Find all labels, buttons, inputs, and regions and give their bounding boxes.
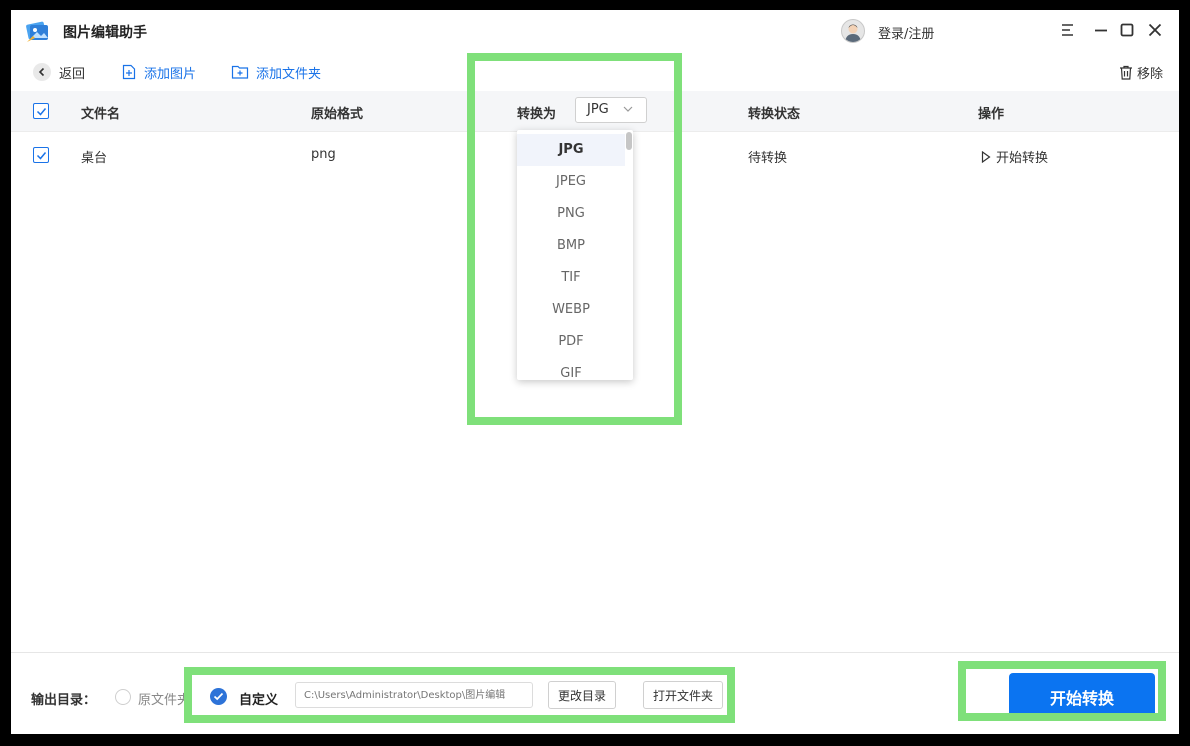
- radio-custom[interactable]: [210, 688, 227, 705]
- play-icon: [981, 150, 991, 163]
- remove-button[interactable]: 移除: [1119, 62, 1163, 82]
- add-image-icon: [122, 64, 136, 80]
- maximize-icon[interactable]: [1118, 21, 1136, 39]
- radio-original-folder-label: 原文件夹: [138, 693, 191, 708]
- format-select-value: JPG: [587, 102, 609, 117]
- format-option-png[interactable]: PNG: [517, 198, 625, 230]
- checkmark-icon: [36, 107, 46, 116]
- menu-icon[interactable]: [1059, 21, 1077, 39]
- login-register-link[interactable]: 登录/注册: [878, 23, 934, 42]
- row-status: 待转换: [748, 151, 788, 166]
- back-label: 返回: [59, 66, 86, 82]
- title-bar: 图片编辑助手 登录/注册: [11, 10, 1179, 52]
- output-dir-label: 输出目录：: [31, 693, 97, 708]
- format-option-gif[interactable]: GIF: [517, 358, 625, 380]
- app-title: 图片编辑助手: [63, 25, 147, 41]
- row-format: png: [311, 147, 336, 162]
- format-option-jpg[interactable]: JPG: [517, 134, 625, 166]
- toolbar: 返回 添加图片 添加文件夹 移除: [11, 58, 1179, 88]
- row-filename: 桌台: [81, 151, 108, 166]
- header-convert-to: 转换为: [517, 107, 557, 122]
- checkmark-icon: [36, 151, 46, 160]
- chevron-left-icon: [38, 67, 45, 77]
- format-select[interactable]: JPG: [575, 97, 647, 123]
- remove-label: 移除: [1136, 66, 1163, 82]
- add-image-button[interactable]: 添加图片: [121, 62, 196, 82]
- table-header: 文件名 原始格式 转换为 JPG 转换状态 操作: [11, 91, 1179, 132]
- app-window: 图片编辑助手 登录/注册 返回 添加图片 添加文件夹 移除 文件名 原始格式 转…: [11, 10, 1179, 734]
- row-start-convert-button[interactable]: 开始转换: [981, 147, 1048, 166]
- minimize-icon[interactable]: [1092, 21, 1110, 39]
- avatar[interactable]: [841, 19, 865, 43]
- add-image-label: 添加图片: [144, 66, 197, 82]
- output-path-input[interactable]: [295, 682, 533, 708]
- row-checkbox[interactable]: [33, 147, 49, 163]
- format-option-bmp[interactable]: BMP: [517, 230, 625, 262]
- output-bar: 输出目录： 原文件夹 自定义 更改目录 打开文件夹 开始转换: [11, 652, 1179, 734]
- header-original-format: 原始格式: [311, 107, 364, 122]
- user-icon: [845, 24, 861, 42]
- radio-custom-label: 自定义: [239, 693, 279, 708]
- header-filename: 文件名: [81, 107, 121, 122]
- close-icon[interactable]: [1146, 21, 1164, 39]
- format-option-jpeg[interactable]: JPEG: [517, 166, 625, 198]
- back-button[interactable]: 返回: [33, 62, 85, 82]
- check-icon: [213, 692, 224, 701]
- format-option-pdf[interactable]: PDF: [517, 326, 625, 358]
- header-action: 操作: [978, 107, 1005, 122]
- change-dir-button[interactable]: 更改目录: [548, 681, 617, 709]
- back-icon-wrap: [33, 63, 51, 81]
- format-option-tif[interactable]: TIF: [517, 262, 625, 294]
- trash-icon: [1119, 65, 1132, 80]
- add-folder-icon: [231, 65, 249, 79]
- format-option-webp[interactable]: WEBP: [517, 294, 625, 326]
- format-dropdown: JPG JPEG PNG BMP TIF WEBP PDF GIF: [517, 130, 633, 380]
- radio-original-folder[interactable]: [115, 689, 131, 705]
- row-action-label: 开始转换: [996, 151, 1049, 166]
- open-folder-button[interactable]: 打开文件夹: [643, 681, 724, 709]
- add-folder-button[interactable]: 添加文件夹: [231, 62, 321, 82]
- chevron-down-icon: [623, 106, 633, 112]
- dropdown-scrollbar[interactable]: [626, 132, 632, 150]
- app-logo-icon: [26, 21, 48, 42]
- start-convert-button[interactable]: 开始转换: [1009, 673, 1155, 721]
- select-all-checkbox[interactable]: [33, 103, 49, 119]
- add-folder-label: 添加文件夹: [256, 66, 322, 82]
- header-status: 转换状态: [748, 107, 801, 122]
